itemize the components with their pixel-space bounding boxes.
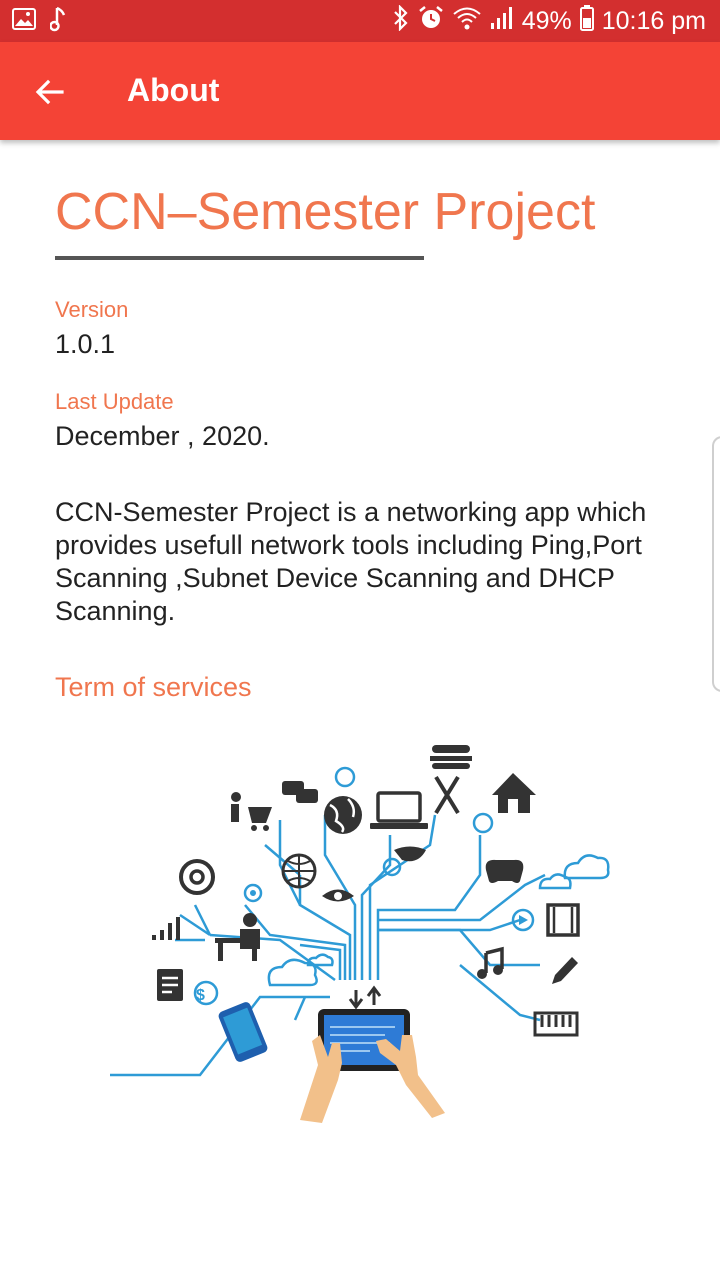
network-illustration: $ xyxy=(110,745,610,1123)
arrow-left-icon xyxy=(35,79,64,105)
app-bar-title: About xyxy=(127,72,220,108)
version-value: 1.0.1 xyxy=(55,329,116,359)
last-update-label: Last Update xyxy=(55,389,174,414)
clock: 10:16 pm xyxy=(601,7,706,35)
app-bar: About xyxy=(0,42,720,140)
gallery-icon xyxy=(12,8,36,35)
bluetooth-icon xyxy=(392,4,410,38)
svg-text:$: $ xyxy=(196,987,205,1004)
version-label: Version xyxy=(55,297,129,322)
app-description: CCN-Semester Project is a networking app… xyxy=(55,497,647,626)
title-divider xyxy=(55,256,424,260)
wifi-icon xyxy=(452,5,482,38)
signal-icon xyxy=(490,5,514,38)
status-bar: 49% 10:16 pm xyxy=(0,0,720,42)
battery-icon xyxy=(579,5,594,38)
alarm-icon xyxy=(418,5,444,38)
last-update-value: December , 2020. xyxy=(55,421,270,451)
terms-of-service-link[interactable]: Term of services xyxy=(55,672,252,703)
music-note-icon xyxy=(49,6,68,37)
back-button[interactable] xyxy=(28,70,72,114)
project-title: CCN–Semester Project xyxy=(55,183,596,241)
edge-panel-handle[interactable] xyxy=(712,436,720,692)
battery-text: 49% xyxy=(521,7,572,35)
